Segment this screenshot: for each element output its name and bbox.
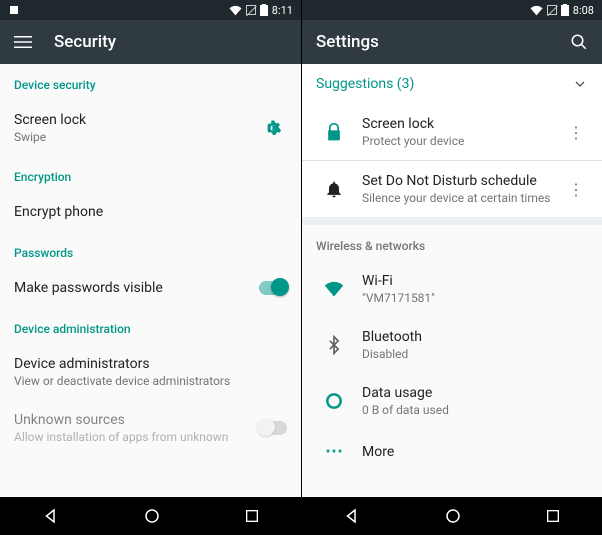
wifi-icon — [324, 279, 344, 299]
section-encryption: Encryption — [0, 156, 301, 192]
data-title: Data usage — [362, 385, 588, 401]
more-horiz-icon: ⋯ — [325, 441, 343, 462]
security-content: Device security Screen lock Swipe Encryp… — [0, 64, 301, 497]
screen-lock-row[interactable]: Screen lock Swipe — [0, 100, 301, 156]
battery-icon — [561, 4, 569, 16]
device-admins-sub: View or deactivate device administrators — [14, 374, 287, 388]
section-gap — [302, 217, 602, 225]
gear-icon[interactable] — [264, 119, 282, 137]
unknown-sources-sub: Allow installation of apps from unknown — [14, 430, 259, 444]
bluetooth-sub: Disabled — [362, 347, 588, 361]
notification-icon — [8, 4, 20, 16]
lock-icon — [324, 122, 344, 142]
status-time: 8:08 — [573, 4, 594, 17]
wifi-icon — [229, 4, 242, 17]
device-admins-title: Device administrators — [14, 356, 287, 372]
status-bar: 8:11 — [0, 0, 301, 20]
more-vert-icon[interactable]: ⋮ — [568, 180, 588, 199]
recent-icon[interactable] — [244, 508, 260, 524]
hamburger-icon[interactable] — [14, 33, 32, 51]
encrypt-phone-row[interactable]: Encrypt phone — [0, 192, 301, 232]
more-row[interactable]: ⋯ More — [302, 429, 602, 474]
no-sim-icon — [547, 5, 557, 15]
more-title: More — [362, 444, 588, 460]
data-usage-row[interactable]: Data usage 0 B of data used — [302, 373, 602, 429]
data-sub: 0 B of data used — [362, 403, 588, 417]
recent-icon[interactable] — [545, 508, 561, 524]
status-time: 8:11 — [272, 4, 293, 17]
data-usage-icon — [324, 391, 344, 411]
screen-lock-title: Screen lock — [14, 112, 259, 128]
suggestion-title: Screen lock — [362, 116, 568, 132]
nav-bar — [302, 497, 602, 535]
phone-settings: 8:08 Settings Suggestions (3) Screen loc… — [301, 0, 602, 535]
settings-content: Suggestions (3) Screen lock Protect your… — [302, 64, 602, 497]
section-wireless: Wireless & networks — [302, 225, 602, 261]
unknown-sources-title: Unknown sources — [14, 412, 259, 428]
switch-off-icon[interactable] — [259, 421, 287, 435]
suggestion-sub: Silence your device at certain times — [362, 191, 568, 205]
suggestion-dnd[interactable]: Set Do Not Disturb schedule Silence your… — [302, 161, 602, 217]
suggestions-label: Suggestions (3) — [316, 76, 572, 92]
bluetooth-row[interactable]: Bluetooth Disabled — [302, 317, 602, 373]
page-title: Security — [54, 32, 116, 52]
wifi-title: Wi-Fi — [362, 273, 588, 289]
suggestion-screen-lock[interactable]: Screen lock Protect your device ⋮ — [302, 104, 602, 160]
passwords-visible-title: Make passwords visible — [14, 280, 259, 296]
chevron-down-icon — [572, 76, 588, 92]
page-title: Settings — [316, 32, 379, 52]
unknown-sources-row[interactable]: Unknown sources Allow installation of ap… — [0, 400, 301, 456]
wifi-icon — [530, 4, 543, 17]
battery-icon — [260, 4, 268, 16]
device-admins-row[interactable]: Device administrators View or deactivate… — [0, 344, 301, 400]
suggestion-title: Set Do Not Disturb schedule — [362, 173, 568, 189]
wifi-row[interactable]: Wi-Fi "VM7171581" — [302, 261, 602, 317]
suggestions-header[interactable]: Suggestions (3) — [302, 64, 602, 104]
nav-bar — [0, 497, 301, 535]
back-icon[interactable] — [42, 507, 60, 525]
more-vert-icon[interactable]: ⋮ — [568, 123, 588, 142]
app-bar: Settings — [302, 20, 602, 64]
app-bar: Security — [0, 20, 301, 64]
bluetooth-icon — [324, 335, 344, 355]
status-bar: 8:08 — [302, 0, 602, 20]
phone-security: 8:11 Security Device security Screen loc… — [0, 0, 301, 535]
no-sim-icon — [246, 5, 256, 15]
bluetooth-title: Bluetooth — [362, 329, 588, 345]
wifi-sub: "VM7171581" — [362, 291, 588, 305]
home-icon[interactable] — [444, 507, 462, 525]
section-device-admin: Device administration — [0, 308, 301, 344]
encrypt-phone-title: Encrypt phone — [14, 204, 287, 220]
screen-lock-sub: Swipe — [14, 130, 259, 144]
switch-on-icon[interactable] — [259, 281, 287, 295]
section-passwords: Passwords — [0, 232, 301, 268]
home-icon[interactable] — [143, 507, 161, 525]
suggestion-sub: Protect your device — [362, 134, 568, 148]
passwords-visible-row[interactable]: Make passwords visible — [0, 268, 301, 308]
bell-icon — [324, 179, 344, 199]
back-icon[interactable] — [343, 507, 361, 525]
section-device-security: Device security — [0, 64, 301, 100]
search-icon[interactable] — [570, 33, 588, 51]
